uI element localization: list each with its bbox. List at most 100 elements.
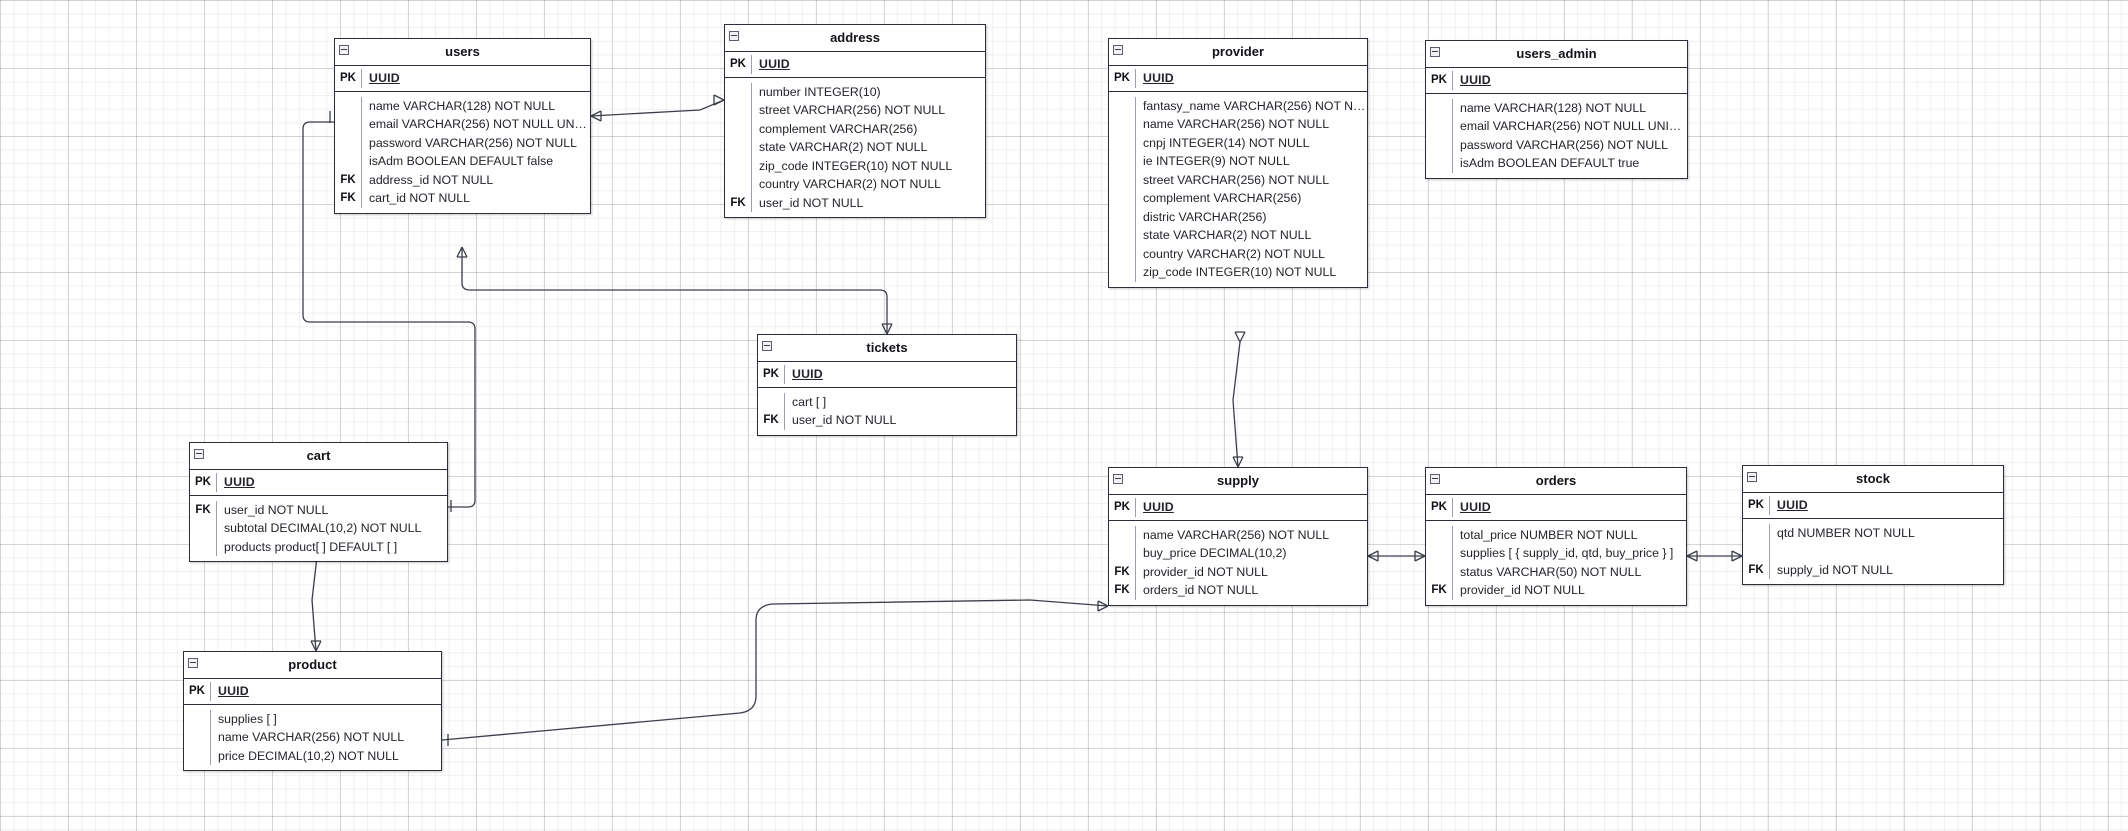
attribute-label: name VARCHAR(256) NOT NULL bbox=[1135, 525, 1367, 544]
attribute-row[interactable]: name VARCHAR(256) NOT NULL bbox=[1109, 525, 1367, 544]
attribute-row[interactable]: ie INTEGER(9) NOT NULL bbox=[1109, 152, 1367, 171]
attribute-row[interactable]: fantasy_name VARCHAR(256) NOT NULL bbox=[1109, 96, 1367, 115]
primary-key-name-cell: UUID bbox=[1135, 69, 1367, 88]
attribute-row[interactable]: complement VARCHAR(256) bbox=[725, 119, 985, 138]
attribute-row[interactable]: products product[ ] DEFAULT [ ] bbox=[190, 537, 447, 556]
entity-title-product: product bbox=[184, 652, 441, 679]
attribute-row[interactable]: isAdm BOOLEAN DEFAULT true bbox=[1426, 154, 1687, 173]
collapse-icon[interactable] bbox=[194, 449, 204, 459]
attribute-row[interactable]: FK orders_id NOT NULL bbox=[1109, 581, 1367, 600]
attribute-row[interactable]: price DECIMAL(10,2) NOT NULL bbox=[184, 746, 441, 765]
attribute-row[interactable]: name VARCHAR(128) NOT NULL bbox=[335, 96, 590, 115]
attribute-row[interactable]: name VARCHAR(128) NOT NULL bbox=[1426, 98, 1687, 117]
collapse-icon[interactable] bbox=[762, 341, 772, 351]
primary-key-row[interactable]: PK UUID bbox=[725, 55, 985, 74]
attribute-label: state VARCHAR(2) NOT NULL bbox=[751, 138, 985, 157]
collapse-icon[interactable] bbox=[1430, 474, 1440, 484]
attribute-row[interactable]: subtotal DECIMAL(10,2) NOT NULL bbox=[190, 519, 447, 538]
attribute-row[interactable]: FK supply_id NOT NULL bbox=[1743, 560, 2003, 579]
entity-users[interactable]: users PK UUID name VARCHAR(128) NOT NULL ema… bbox=[334, 38, 591, 214]
entity-orders[interactable]: orders PK UUID total_price NUMBER NOT NULL s… bbox=[1425, 467, 1687, 606]
key-badge-pk: PK bbox=[340, 72, 356, 84]
primary-key-row[interactable]: PK UUID bbox=[1426, 498, 1686, 517]
attribute-row[interactable]: distric VARCHAR(256) bbox=[1109, 207, 1367, 226]
primary-key-name: UUID bbox=[1143, 500, 1174, 514]
collapse-icon[interactable] bbox=[1430, 47, 1440, 57]
attribute-row[interactable]: email VARCHAR(256) NOT NULL UNIQUE bbox=[335, 115, 590, 134]
attribute-row[interactable]: street VARCHAR(256) NOT NULL bbox=[725, 101, 985, 120]
attribute-label: status VARCHAR(50) NOT NULL bbox=[1452, 562, 1686, 581]
attribute-row[interactable]: zip_code INTEGER(10) NOT NULL bbox=[1109, 263, 1367, 282]
attribute-label: supply_id NOT NULL bbox=[1769, 560, 2003, 579]
attribute-row[interactable]: status VARCHAR(50) NOT NULL bbox=[1426, 562, 1686, 581]
attribute-row[interactable]: country VARCHAR(2) NOT NULL bbox=[1109, 244, 1367, 263]
entity-tickets[interactable]: tickets PK UUID cart [ ] FK user_id NOT NULL bbox=[757, 334, 1017, 436]
attribute-row[interactable]: zip_code INTEGER(10) NOT NULL bbox=[725, 156, 985, 175]
attribute-row[interactable]: FK address_id NOT NULL bbox=[335, 170, 590, 189]
attribute-row[interactable]: FK user_id NOT NULL bbox=[725, 193, 985, 212]
attribute-row[interactable]: FK cart_id NOT NULL bbox=[335, 189, 590, 208]
attribute-row[interactable]: supplies [ ] bbox=[184, 709, 441, 728]
entity-title-label: cart bbox=[306, 448, 331, 463]
attribute-row[interactable]: total_price NUMBER NOT NULL bbox=[1426, 525, 1686, 544]
attribute-row[interactable]: name VARCHAR(256) NOT NULL bbox=[184, 728, 441, 747]
primary-key-row[interactable]: PK UUID bbox=[1109, 69, 1367, 88]
collapse-icon[interactable] bbox=[1113, 474, 1123, 484]
attribute-row[interactable]: name VARCHAR(256) NOT NULL bbox=[1109, 115, 1367, 134]
marker-crowsfoot-provider-bottom bbox=[1234, 331, 1246, 343]
collapse-icon[interactable] bbox=[339, 45, 349, 55]
attribute-label: name VARCHAR(256) NOT NULL bbox=[1135, 115, 1367, 134]
attribute-row[interactable]: supplies [ { supply_id, qtd, buy_price }… bbox=[1426, 544, 1686, 563]
entity-provider[interactable]: provider PK UUID fantasy_name VARCHAR(256) … bbox=[1108, 38, 1368, 288]
attribute-row[interactable]: country VARCHAR(2) NOT NULL bbox=[725, 175, 985, 194]
key-badge-pk: PK bbox=[1114, 72, 1130, 84]
entity-cart[interactable]: cart PK UUID FK user_id NOT NULL subtotal DEC… bbox=[189, 442, 448, 562]
attributes-section: number INTEGER(10) street VARCHAR(256) NO… bbox=[725, 78, 985, 218]
attributes-section: name VARCHAR(128) NOT NULL email VARCHAR(… bbox=[1426, 94, 1687, 178]
attribute-label: qtd NUMBER NOT NULL bbox=[1769, 523, 2003, 542]
entity-stock[interactable]: stock PK UUID qtd NUMBER NOT NULL FK supply_i… bbox=[1742, 465, 2004, 585]
attribute-row[interactable]: number INTEGER(10) bbox=[725, 82, 985, 101]
attribute-row[interactable]: buy_price DECIMAL(10,2) bbox=[1109, 544, 1367, 563]
primary-key-row[interactable]: PK UUID bbox=[1426, 71, 1687, 90]
attribute-label: email VARCHAR(256) NOT NULL UNIQUE bbox=[361, 115, 590, 134]
primary-key-row[interactable]: PK UUID bbox=[758, 365, 1016, 384]
attribute-row[interactable]: street VARCHAR(256) NOT NULL bbox=[1109, 170, 1367, 189]
collapse-icon[interactable] bbox=[729, 31, 739, 41]
attribute-row[interactable]: FK user_id NOT NULL bbox=[758, 411, 1016, 430]
key-badge: FK bbox=[1114, 565, 1130, 578]
edge-users-address bbox=[590, 99, 725, 117]
attribute-row[interactable]: FK provider_id NOT NULL bbox=[1109, 562, 1367, 581]
attribute-row[interactable]: password VARCHAR(256) NOT NULL bbox=[335, 133, 590, 152]
entity-supply[interactable]: supply PK UUID name VARCHAR(256) NOT NULL bu… bbox=[1108, 467, 1368, 606]
entity-product[interactable]: product PK UUID supplies [ ] name VARCHAR(25… bbox=[183, 651, 442, 771]
attribute-row[interactable]: password VARCHAR(256) NOT NULL bbox=[1426, 135, 1687, 154]
primary-key-name: UUID bbox=[218, 684, 249, 698]
attribute-row[interactable]: state VARCHAR(2) NOT NULL bbox=[1109, 226, 1367, 245]
primary-key-row[interactable]: PK UUID bbox=[1743, 496, 2003, 515]
entity-title-supply: supply bbox=[1109, 468, 1367, 495]
primary-key-row[interactable]: PK UUID bbox=[184, 682, 441, 701]
attribute-row[interactable]: complement VARCHAR(256) bbox=[1109, 189, 1367, 208]
attribute-row[interactable]: cart [ ] bbox=[758, 392, 1016, 411]
collapse-icon[interactable] bbox=[1747, 472, 1757, 482]
attribute-row[interactable]: state VARCHAR(2) NOT NULL bbox=[725, 138, 985, 157]
attribute-label: user_id NOT NULL bbox=[751, 193, 985, 212]
er-diagram-canvas[interactable]: users PK UUID name VARCHAR(128) NOT NULL ema… bbox=[0, 0, 2128, 831]
collapse-icon[interactable] bbox=[1113, 45, 1123, 55]
entity-users_admin[interactable]: users_admin PK UUID name VARCHAR(128) NOT N… bbox=[1425, 40, 1688, 179]
primary-key-name: UUID bbox=[792, 367, 823, 381]
collapse-icon[interactable] bbox=[188, 658, 198, 668]
primary-key-row[interactable]: PK UUID bbox=[190, 473, 447, 492]
attribute-row[interactable]: FK user_id NOT NULL bbox=[190, 500, 447, 519]
attribute-row[interactable]: qtd NUMBER NOT NULL bbox=[1743, 523, 2003, 542]
attribute-row[interactable]: isAdm BOOLEAN DEFAULT false bbox=[335, 152, 590, 171]
attribute-row[interactable]: cnpj INTEGER(14) NOT NULL bbox=[1109, 133, 1367, 152]
entity-address[interactable]: address PK UUID number INTEGER(10) street VA… bbox=[724, 24, 986, 218]
attribute-row[interactable]: email VARCHAR(256) NOT NULL UNIQUE bbox=[1426, 117, 1687, 136]
attribute-row[interactable]: FK provider_id NOT NULL bbox=[1426, 581, 1686, 600]
primary-key-row[interactable]: PK UUID bbox=[1109, 498, 1367, 517]
primary-key-row[interactable]: PK UUID bbox=[335, 69, 590, 88]
attributes-section: qtd NUMBER NOT NULL FK supply_id NOT NULL bbox=[1743, 519, 2003, 585]
attribute-row[interactable] bbox=[1743, 542, 2003, 561]
